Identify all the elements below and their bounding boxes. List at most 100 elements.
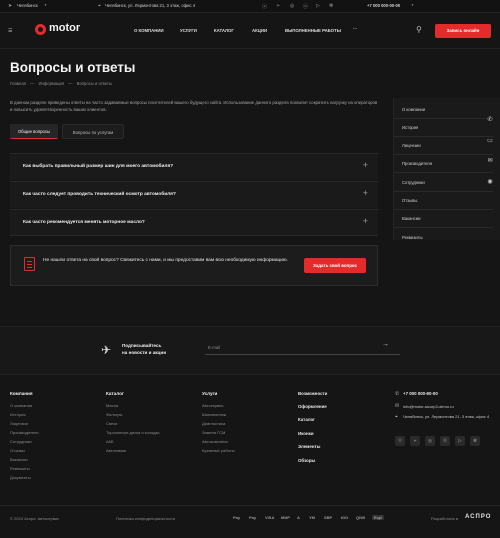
footer-link-catalog[interactable]: Каталог — [298, 417, 315, 422]
footer-link[interactable]: Торсионные диски и колодки — [106, 430, 159, 435]
ask-text: Не нашли ответа на свой вопрос? Свяжитес… — [43, 258, 288, 263]
telegram-icon[interactable]: ➢ — [410, 436, 420, 446]
yoomoney-icon: YM — [309, 515, 315, 520]
sidebar-item-requisites[interactable]: Реквизиты — [402, 235, 423, 240]
telegram-icon[interactable]: ➢ — [276, 3, 280, 9]
odnoklassniki-icon[interactable]: ⓞ — [440, 436, 450, 446]
instagram-icon[interactable]: ◎ — [290, 3, 294, 9]
footer-link-features[interactable]: Возможности — [298, 391, 327, 396]
sidebar-item-about[interactable]: О компании — [402, 107, 425, 112]
email-field[interactable]: E-mail — [205, 341, 400, 355]
page-title: Вопросы и ответы — [10, 60, 136, 75]
nav-catalog[interactable]: Каталог — [214, 28, 234, 33]
divider — [394, 227, 493, 228]
footer-link[interactable]: Документы — [10, 475, 31, 480]
sidebar-item-staff[interactable]: Сотрудники — [402, 180, 425, 185]
breadcrumb-info[interactable]: Информация — [38, 81, 64, 86]
mir-icon: МИР — [281, 515, 290, 520]
city-selector[interactable]: Челябинск — [17, 3, 38, 8]
footer-link-elements[interactable]: Элементы — [298, 444, 320, 449]
plus-icon[interactable]: + — [363, 189, 368, 198]
aspro-logo[interactable]: АСПРО — [465, 514, 491, 520]
footer-link[interactable]: Масла — [106, 403, 118, 408]
privacy-link[interactable]: Политика конфиденциальности — [116, 516, 175, 521]
footer-link[interactable]: Замена ГСМ — [202, 430, 225, 435]
footer-link[interactable]: АКБ — [106, 439, 114, 444]
sidebar-item-manufacturers[interactable]: Производители — [402, 161, 432, 166]
footer-link[interactable]: Свечи — [106, 421, 117, 426]
logo-text[interactable]: motor — [49, 22, 80, 34]
youtube-icon[interactable]: ▷ — [316, 3, 320, 9]
mail-icon: ✉ — [395, 403, 400, 409]
footer-link[interactable]: Отзывы — [10, 448, 25, 453]
menu-burger-icon[interactable]: ☰ — [8, 28, 12, 34]
sidebar-item-vacancies[interactable]: Вакансии — [402, 216, 420, 221]
alfa-icon: A — [297, 515, 300, 520]
footer-link[interactable]: Автохимия — [106, 448, 126, 453]
chat-icon[interactable]: ▭ — [484, 133, 496, 150]
dzen-icon[interactable]: ✻ — [329, 3, 333, 9]
faq-item[interactable]: Как часто рекомендуется менять моторное … — [10, 209, 378, 236]
footer-link[interactable]: Диагностика — [202, 421, 225, 426]
footer-link[interactable]: Кузовные работы — [202, 448, 234, 453]
breadcrumb-separator: — — [68, 81, 73, 86]
footer-link[interactable]: Сотрудники — [10, 439, 32, 444]
footer-company-title[interactable]: Компания — [10, 391, 33, 396]
nav-works[interactable]: Выполненные работы — [285, 28, 341, 33]
yookassa-icon: ЮО — [341, 515, 349, 520]
footer-link[interactable]: Реквизиты — [10, 466, 30, 471]
footer-link[interactable]: Автокомплекс — [202, 439, 228, 444]
youtube-icon[interactable]: ▷ — [455, 436, 465, 446]
footer-catalog-title[interactable]: Каталог — [106, 391, 124, 396]
map-pin-icon: ⌖ — [98, 3, 101, 9]
footer-link[interactable]: Фильтры — [106, 412, 122, 417]
divider — [394, 118, 493, 119]
nav-promos[interactable]: Акции — [252, 28, 267, 33]
footer-link[interactable]: Шиномонтаж — [202, 412, 226, 417]
subscribe-line-2: на новости и акции — [122, 349, 167, 355]
footer-link[interactable]: Производители — [10, 430, 39, 435]
footer-phone[interactable]: +7 000 000-00-00 — [403, 391, 438, 396]
top-phone[interactable]: +7 000 000-00-00 — [367, 3, 400, 8]
odnoklassniki-icon[interactable]: ⓞ — [303, 3, 308, 10]
footer-link[interactable]: Лицензии — [10, 421, 28, 426]
mail-icon[interactable]: ✉ — [484, 153, 496, 170]
faq-item[interactable]: Как часто следует проводить технический … — [10, 181, 378, 208]
sidebar-item-licenses[interactable]: Лицензии — [402, 143, 421, 148]
callback-icon[interactable]: ✆ — [484, 112, 496, 129]
vk-icon[interactable]: ⓥ — [395, 436, 405, 446]
arrow-right-icon[interactable]: → — [382, 341, 389, 348]
nav-more[interactable]: ··· — [353, 26, 357, 31]
instagram-icon[interactable]: ◎ — [425, 436, 435, 446]
google-pay-icon: Pay — [249, 515, 257, 520]
footer-link[interactable]: Автосервис — [202, 403, 224, 408]
footer-email[interactable]: info@motor.aicorp3-demo.ru — [403, 404, 454, 409]
footer-link[interactable]: Вакансии — [10, 457, 28, 462]
logo-icon[interactable] — [35, 24, 46, 35]
footer-link-icons[interactable]: Иконки — [298, 431, 314, 436]
breadcrumb-home[interactable]: Главная — [10, 81, 26, 86]
plus-icon[interactable]: + — [363, 161, 368, 170]
ask-question-button[interactable]: Задать свой вопрос — [304, 258, 366, 273]
dzen-icon[interactable]: ✻ — [470, 436, 480, 446]
sidebar-item-history[interactable]: История — [402, 125, 418, 130]
sidebar-item-reviews[interactable]: Отзывы — [402, 198, 417, 203]
tab-general[interactable]: Общие вопросы — [10, 124, 58, 139]
vk-icon[interactable]: ⓥ — [262, 3, 267, 10]
divider — [394, 172, 493, 173]
footer-link-reviews[interactable]: Обзоры — [298, 458, 315, 463]
footer-link[interactable]: История — [10, 412, 26, 417]
nav-about[interactable]: О компании — [134, 28, 164, 33]
faq-item[interactable]: Как выбрать правильный размер шин для мо… — [10, 153, 378, 180]
subscribe-band: ✈ Подписывайтесь на новости и акции E-ma… — [0, 326, 500, 375]
more-payments-badge: Ещё — [372, 515, 385, 520]
footer-services-title[interactable]: Услуги — [202, 391, 217, 396]
plus-icon[interactable]: + — [363, 217, 368, 226]
search-icon[interactable]: ⚲ — [416, 25, 422, 34]
footer-link[interactable]: О компании — [10, 403, 32, 408]
tab-services[interactable]: Вопросы по услугам — [62, 124, 124, 139]
online-booking-button[interactable]: Запись онлайн — [435, 24, 491, 38]
camera-icon[interactable]: ◉ — [484, 174, 496, 191]
nav-services[interactable]: Услуги — [180, 28, 197, 33]
footer-link-design[interactable]: Оформление — [298, 404, 327, 409]
